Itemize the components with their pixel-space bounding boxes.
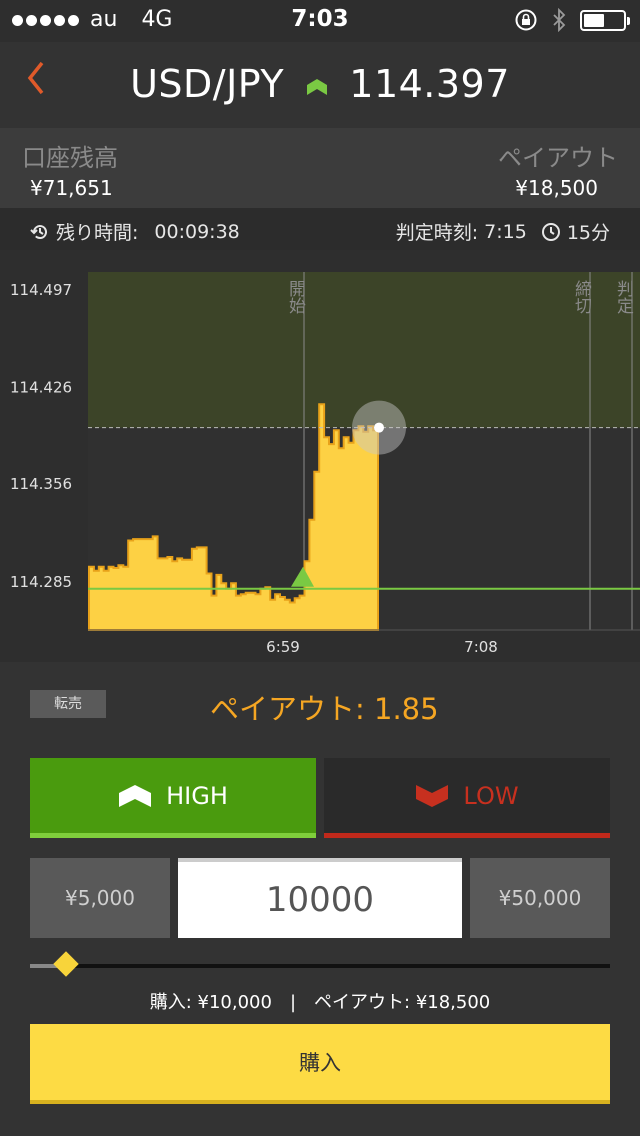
slider-track xyxy=(30,964,610,968)
buy-button[interactable]: 購入 xyxy=(30,1024,610,1104)
price-chart-svg: 開始 締切 判定 114.497 114.426 114.356 114.285 6:59 7:… xyxy=(10,272,640,656)
y-tick-label: 114.497 xyxy=(10,281,72,299)
pair-title: USD/JPY 114.397 xyxy=(0,62,640,106)
high-arrow-icon xyxy=(119,784,152,807)
up-arrow-icon xyxy=(306,78,327,95)
payout-rate: ペイアウト: 1.85 xyxy=(210,692,439,726)
remaining-value: 00:09:38 xyxy=(154,220,240,243)
low-button[interactable]: LOW xyxy=(324,758,610,838)
y-tick-label: 114.285 xyxy=(10,573,72,591)
battery-icon xyxy=(580,9,630,31)
start-marker-label: 開始 xyxy=(285,280,306,314)
low-arrow-icon xyxy=(416,784,449,807)
summary-buy: 購入: ¥10,000 xyxy=(149,992,272,1013)
history-icon xyxy=(30,224,47,239)
time-row: 残り時間: 00:09:38 判定時刻: 7:15 15分 xyxy=(0,208,640,250)
judgement-label: 判定時刻: xyxy=(395,222,479,244)
remaining-time: 残り時間: 00:09:38 xyxy=(30,218,240,245)
high-button[interactable]: HIGH xyxy=(30,758,316,838)
resell-button[interactable]: 転売 xyxy=(30,690,106,718)
judgement-value: 7:15 xyxy=(484,220,527,243)
rotation-lock-icon xyxy=(515,9,537,31)
x-tick-label: 7:08 xyxy=(464,638,498,656)
price-chart[interactable]: 開始 締切 判定 114.497 114.426 114.356 114.285 6:59 7:… xyxy=(0,250,640,662)
close-marker-label: 締切 xyxy=(571,280,592,314)
high-label: HIGH xyxy=(166,781,228,810)
slider-knob[interactable] xyxy=(53,951,79,977)
status-bar: au 4G 7:03 xyxy=(0,0,640,42)
bluetooth-icon xyxy=(553,8,566,32)
y-tick-label: 114.356 xyxy=(10,475,72,493)
amount-input[interactable]: 10000 xyxy=(178,858,462,938)
y-tick-label: 114.426 xyxy=(10,379,72,397)
current-point xyxy=(374,422,384,433)
balance-label: 口座残高 xyxy=(22,144,118,172)
pair-name: USD/JPY xyxy=(130,62,285,106)
summary-payout: ペイアウト: ¥18,500 xyxy=(314,992,491,1013)
app-root: au 4G 7:03 USD/JPY 114.397 口座残高 ¥71,651 … xyxy=(0,0,640,1136)
payout-value: ¥18,500 xyxy=(515,176,598,200)
high-zone xyxy=(88,272,640,428)
trade-panel: 転売 ペイアウト: 1.85 HIGH LOW ¥5,000 10000 ¥50… xyxy=(0,662,640,1136)
amount-max-button[interactable]: ¥50,000 xyxy=(470,858,610,938)
clock-icon xyxy=(541,222,560,241)
pair-price: 114.397 xyxy=(349,62,510,106)
judgement-marker-label: 判定 xyxy=(613,280,634,314)
amount-slider[interactable] xyxy=(30,951,610,977)
balance-value: ¥71,651 xyxy=(30,176,113,200)
purchase-summary: 購入: ¥10,000 | ペイアウト: ¥18,500 xyxy=(0,988,640,1014)
summary-separator: | xyxy=(289,992,297,1013)
remaining-label: 残り時間: xyxy=(56,222,139,244)
amount-min-button[interactable]: ¥5,000 xyxy=(30,858,170,938)
judgement-time: 判定時刻: 7:15 15分 xyxy=(396,218,610,245)
account-panel: 口座残高 ¥71,651 ペイアウト ¥18,500 xyxy=(0,128,640,208)
payout-label: ペイアウト xyxy=(498,144,618,172)
duration-value: 15分 xyxy=(566,222,610,244)
low-label: LOW xyxy=(463,781,519,810)
status-right xyxy=(514,8,630,32)
header: USD/JPY 114.397 xyxy=(0,42,640,128)
x-tick-label: 6:59 xyxy=(266,638,300,656)
